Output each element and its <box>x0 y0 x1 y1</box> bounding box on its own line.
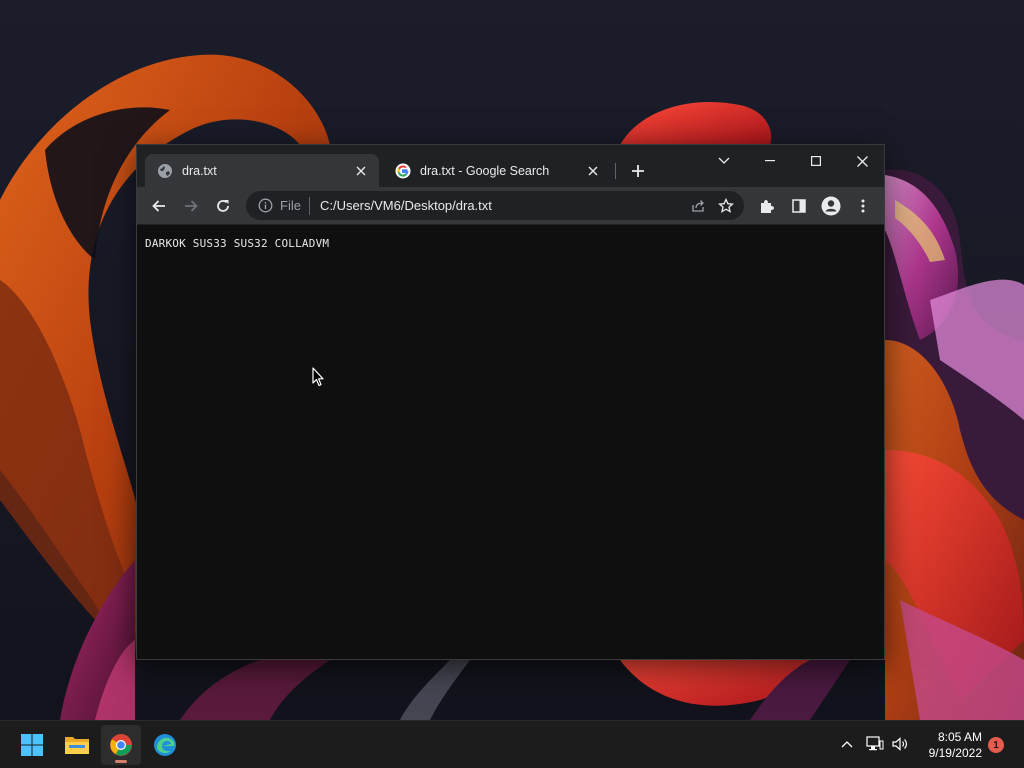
browser-titlebar: dra.txt dra.txt - Google Search <box>137 145 884 187</box>
new-tab-button[interactable] <box>627 160 649 182</box>
reload-button[interactable] <box>209 192 237 220</box>
address-bar[interactable]: File C:/Users/VM6/Desktop/dra.txt <box>246 191 744 220</box>
start-button[interactable] <box>12 725 52 765</box>
file-text-content: DARKOK SUS33 SUS32 COLLADVM <box>145 237 330 250</box>
edge-icon[interactable] <box>145 725 185 765</box>
minimize-button[interactable] <box>747 145 793 177</box>
notification-badge[interactable]: 1 <box>988 737 1004 753</box>
volume-icon[interactable] <box>889 733 911 755</box>
running-indicator <box>115 760 127 763</box>
tab-google-search[interactable]: dra.txt - Google Search <box>383 154 611 187</box>
tab-separator <box>615 163 616 179</box>
side-panel-icon[interactable] <box>785 192 813 220</box>
taskbar: 8:05 AM 9/19/2022 1 <box>0 720 1024 768</box>
system-clock[interactable]: 8:05 AM 9/19/2022 <box>916 729 982 761</box>
bookmark-star-icon[interactable] <box>712 192 740 220</box>
close-tab-icon[interactable] <box>353 163 369 179</box>
browser-window: dra.txt dra.txt - Google Search File C:/… <box>136 144 885 660</box>
extensions-icon[interactable] <box>753 192 781 220</box>
network-icon[interactable] <box>864 733 886 755</box>
close-window-button[interactable] <box>839 145 885 177</box>
tab-dra-txt[interactable]: dra.txt <box>145 154 379 187</box>
globe-icon <box>157 163 173 179</box>
profile-avatar-icon[interactable] <box>817 192 845 220</box>
browser-toolbar: File C:/Users/VM6/Desktop/dra.txt <box>137 187 884 225</box>
menu-kebab-icon[interactable] <box>849 192 877 220</box>
url-text[interactable]: C:/Users/VM6/Desktop/dra.txt <box>320 198 684 213</box>
chrome-taskbar-icon[interactable] <box>101 725 141 765</box>
share-icon[interactable] <box>684 192 712 220</box>
file-explorer-icon[interactable] <box>57 725 97 765</box>
show-hidden-icons-chevron-up-icon[interactable] <box>836 733 858 755</box>
scheme-label: File <box>280 198 301 213</box>
info-icon[interactable] <box>257 198 273 214</box>
close-tab-icon[interactable] <box>585 163 601 179</box>
maximize-button[interactable] <box>793 145 839 177</box>
google-icon <box>395 163 411 179</box>
address-separator <box>308 196 310 215</box>
page-content: DARKOK SUS33 SUS32 COLLADVM <box>137 225 884 659</box>
back-button[interactable] <box>145 192 173 220</box>
tab-title: dra.txt - Google Search <box>420 163 550 178</box>
mouse-pointer-icon <box>312 367 324 392</box>
clock-date: 9/19/2022 <box>928 746 982 760</box>
clock-time: 8:05 AM <box>937 730 982 744</box>
forward-button[interactable] <box>177 192 205 220</box>
tab-title: dra.txt <box>182 163 217 178</box>
tab-search-button[interactable] <box>701 145 747 177</box>
